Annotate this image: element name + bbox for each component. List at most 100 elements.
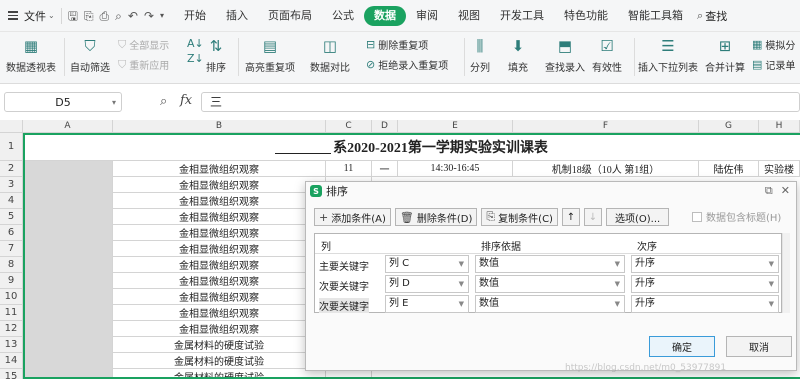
- column-select[interactable]: 列 E ▼: [385, 295, 469, 313]
- table-scrollbar[interactable]: [782, 233, 790, 313]
- tab-start[interactable]: 开始: [174, 6, 216, 26]
- record-form-button[interactable]: ▤ 记录单: [752, 57, 795, 72]
- sort-on-select[interactable]: 数值 ▼: [475, 275, 625, 293]
- search-box[interactable]: ⌕ 查找: [697, 8, 727, 24]
- row-header-2[interactable]: 2: [0, 161, 23, 177]
- pivot-table-button[interactable]: ▦ 数据透视表: [6, 36, 56, 74]
- select-all-corner[interactable]: [0, 120, 23, 133]
- cell-b7[interactable]: 金相显微组织观察: [113, 241, 326, 257]
- cell-b13[interactable]: 金属材料的硬度试验: [113, 337, 326, 353]
- cell-b10[interactable]: 金相显微组织观察: [113, 289, 326, 305]
- column-header-b[interactable]: B: [113, 120, 326, 133]
- row-header-14[interactable]: 14: [0, 353, 23, 369]
- file-menu[interactable]: 文件 ⌄: [24, 8, 55, 24]
- tab-smart-toolbox[interactable]: 智能工具箱: [618, 6, 693, 26]
- tab-review[interactable]: 审阅: [406, 6, 448, 26]
- name-box[interactable]: D5 ▾: [4, 92, 122, 112]
- row-header-4[interactable]: 4: [0, 193, 23, 209]
- cell-d2[interactable]: 一: [372, 161, 398, 177]
- column-header-a[interactable]: A: [23, 120, 113, 133]
- cell-g2[interactable]: 陆佐伟: [699, 161, 759, 177]
- column-header-g[interactable]: G: [699, 120, 759, 133]
- cell-b3[interactable]: 金相显微组织观察: [113, 177, 326, 193]
- row-header-10[interactable]: 10: [0, 289, 23, 305]
- cell-b5[interactable]: 金相显微组织观察: [113, 209, 326, 225]
- show-all-button[interactable]: ⛉ 全部显示: [118, 37, 169, 53]
- zoom-icon[interactable]: ⌕: [160, 94, 167, 109]
- tab-data[interactable]: 数据: [364, 5, 407, 26]
- redo-icon[interactable]: ↷: [144, 9, 154, 23]
- has-header-checkbox[interactable]: 数据包含标题(H): [692, 209, 781, 224]
- restore-icon[interactable]: ⧉: [765, 184, 773, 198]
- row-header-5[interactable]: 5: [0, 209, 23, 225]
- tab-insert[interactable]: 插入: [216, 6, 258, 26]
- row-header-12[interactable]: 12: [0, 321, 23, 337]
- hamburger-menu-icon[interactable]: [4, 11, 22, 20]
- row-header-7[interactable]: 7: [0, 241, 23, 257]
- order-select[interactable]: 升序 ▼: [631, 295, 779, 313]
- data-compare-button[interactable]: ◫ 数据对比: [310, 36, 350, 74]
- sort-on-select[interactable]: 数值 ▼: [475, 295, 625, 313]
- options-button[interactable]: 选项(O)...: [605, 208, 670, 226]
- highlight-duplicates-button[interactable]: ▤ 高亮重复项: [245, 36, 295, 74]
- autofilter-button[interactable]: ⛉ 自动筛选: [70, 36, 110, 74]
- add-condition-button[interactable]: + 添加条件(A): [314, 208, 391, 226]
- row-header-11[interactable]: 11: [0, 305, 23, 321]
- cell-a-block[interactable]: [23, 161, 113, 379]
- cell-b11[interactable]: 金相显微组织观察: [113, 305, 326, 321]
- sort-button[interactable]: ⇅ 排序: [206, 36, 226, 74]
- tab-formula[interactable]: 公式: [322, 6, 364, 26]
- tab-features[interactable]: 特色功能: [554, 6, 618, 26]
- cell-b6[interactable]: 金相显微组织观察: [113, 225, 326, 241]
- cell-b4[interactable]: 金相显微组织观察: [113, 193, 326, 209]
- remove-duplicates-button[interactable]: ⊟ 删除重复项: [366, 37, 428, 52]
- row-header-8[interactable]: 8: [0, 257, 23, 273]
- tab-page-layout[interactable]: 页面布局: [258, 6, 322, 26]
- save-icon[interactable]: 🖫: [68, 9, 78, 23]
- cell-b15[interactable]: 金属材料的硬度试验: [113, 369, 326, 379]
- sort-descending-button[interactable]: Z↓: [187, 52, 204, 65]
- sort-on-select[interactable]: 数值 ▼: [475, 255, 625, 273]
- row-header-6[interactable]: 6: [0, 225, 23, 241]
- cell-c2[interactable]: 11: [326, 161, 372, 177]
- tab-developer[interactable]: 开发工具: [490, 6, 554, 26]
- column-header-c[interactable]: C: [326, 120, 372, 133]
- row-header-1[interactable]: 1: [0, 133, 23, 161]
- cell-b12[interactable]: 金相显微组织观察: [113, 321, 326, 337]
- formula-input[interactable]: 三: [201, 92, 800, 112]
- validity-button[interactable]: ☑ 有效性: [592, 36, 622, 74]
- order-select[interactable]: 升序 ▼: [631, 255, 779, 273]
- row-header-13[interactable]: 13: [0, 337, 23, 353]
- fx-icon[interactable]: fx: [180, 93, 192, 108]
- tab-view[interactable]: 视图: [448, 6, 490, 26]
- undo-icon[interactable]: ↶: [128, 9, 138, 23]
- print-preview-icon[interactable]: ⌕: [115, 9, 122, 23]
- insert-dropdown-list-button[interactable]: ☰ 插入下拉列表: [638, 36, 698, 74]
- cell-e2[interactable]: 14:30-16:45: [398, 161, 513, 177]
- row-header-15[interactable]: 15: [0, 369, 23, 379]
- column-select[interactable]: 列 D ▼: [385, 275, 469, 293]
- consolidate-button[interactable]: ⊞ 合并计算: [705, 36, 745, 74]
- order-select[interactable]: 升序 ▼: [631, 275, 779, 293]
- save-as-icon[interactable]: ⎘: [84, 9, 94, 23]
- delete-condition-button[interactable]: 🗑 删除条件(D): [394, 208, 478, 226]
- move-down-button[interactable]: ↓: [583, 208, 602, 226]
- cell-b8[interactable]: 金相显微组织观察: [113, 257, 326, 273]
- move-up-button[interactable]: ↑: [561, 208, 580, 226]
- column-header-d[interactable]: D: [372, 120, 398, 133]
- column-header-h[interactable]: H: [759, 120, 800, 133]
- row-header-9[interactable]: 9: [0, 273, 23, 289]
- column-header-f[interactable]: F: [513, 120, 699, 133]
- split-column-button[interactable]: ⫼ 分列: [470, 36, 490, 74]
- ok-button[interactable]: 确定: [649, 336, 715, 357]
- cancel-button[interactable]: 取消: [726, 336, 792, 357]
- print-icon[interactable]: ⎙: [100, 9, 110, 23]
- copy-condition-button[interactable]: ⎘ 复制条件(C): [481, 208, 558, 226]
- sort-condition-row-selected[interactable]: 次要关键字 列 E ▼ 数值 ▼ 升序 ▼: [315, 294, 781, 314]
- cell-f2[interactable]: 机制18级（10人 第1组）: [513, 161, 699, 177]
- sort-ascending-button[interactable]: A↓: [187, 37, 204, 50]
- cell-b14[interactable]: 金属材料的硬度试验: [113, 353, 326, 369]
- close-icon[interactable]: ✕: [781, 184, 790, 198]
- sort-condition-row[interactable]: 主要关键字 列 C ▼ 数值 ▼ 升序 ▼: [315, 254, 781, 274]
- column-select[interactable]: 列 C ▼: [385, 255, 469, 273]
